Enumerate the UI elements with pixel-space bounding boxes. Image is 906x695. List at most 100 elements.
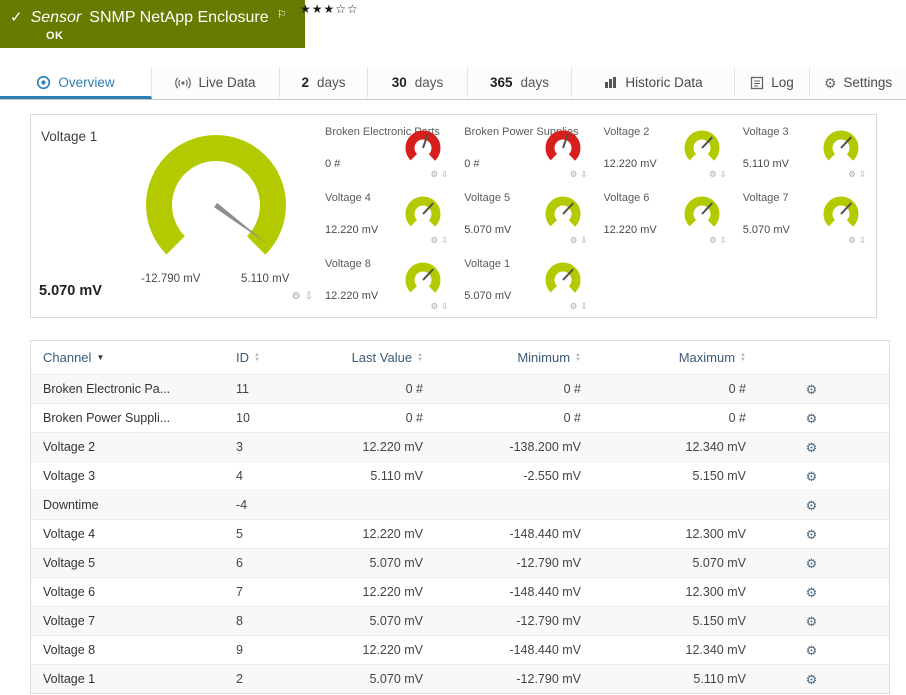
channel-cell: Voltage 3 xyxy=(43,469,96,483)
gauge-gear-icon[interactable]: ⚙ xyxy=(292,291,301,302)
channel-settings-icon[interactable]: ⚙ xyxy=(806,615,818,628)
gauge-gear-icon[interactable]: ⚙ xyxy=(709,235,717,246)
table-row[interactable]: Voltage 2 3 12.220 mV -138.200 mV 12.340… xyxy=(31,432,889,461)
channel-table: Channel ▼ ID ▲ ▼ Last Value ▲ ▼ Minimum ▲ ▼… xyxy=(30,340,890,694)
col-header-minimum[interactable]: Minimum ▲ ▼ xyxy=(423,350,581,365)
gauge-gear-icon[interactable]: ⚙ xyxy=(570,235,578,246)
channel-settings-icon[interactable]: ⚙ xyxy=(806,470,818,483)
maximum-cell: 5.070 mV xyxy=(692,556,746,570)
gauge-gear-icon[interactable]: ⚙ xyxy=(570,169,578,180)
channel-settings-icon[interactable]: ⚙ xyxy=(806,383,818,396)
gauge-gear-icon[interactable]: ⚙ xyxy=(431,169,439,180)
gauge-download-icon[interactable]: ⇩ xyxy=(441,235,448,246)
gauge-gear-icon[interactable]: ⚙ xyxy=(848,235,856,246)
tab-settings[interactable]: ⚙ Settings xyxy=(810,66,906,99)
channel-settings-icon[interactable]: ⚙ xyxy=(806,557,818,570)
small-gauge: Voltage 3 5.110 mV ⚙ ⇩ xyxy=(737,119,876,185)
tab-2-days[interactable]: 2 days xyxy=(280,66,368,99)
small-gauge-dial xyxy=(679,129,725,169)
channel-settings-cell: ⚙ xyxy=(746,586,877,599)
sensor-title-row: ✓ Sensor SNMP NetApp Enclosure ⚐ xyxy=(10,8,287,27)
small-gauge-arc xyxy=(684,130,720,166)
small-gauge-label: Voltage 6 xyxy=(603,192,650,204)
table-row[interactable]: Broken Power Suppli... 10 0 # 0 # 0 # ⚙ xyxy=(31,403,889,432)
gauge-download-icon[interactable]: ⇩ xyxy=(441,169,448,180)
tab-live-data[interactable]: Live Data xyxy=(152,66,280,99)
gauge-download-icon[interactable]: ⇩ xyxy=(580,235,587,246)
col-header-maximum[interactable]: Maximum ▲ ▼ xyxy=(581,350,746,365)
small-gauge-label: Voltage 7 xyxy=(742,192,789,204)
small-gauge: Voltage 6 12.220 mV ⚙ ⇩ xyxy=(598,185,737,251)
priority-stars[interactable]: ★★★☆☆ xyxy=(300,2,359,16)
small-gauge-value: 12.220 mV xyxy=(325,224,379,236)
small-gauge-value: 5.070 mV xyxy=(464,224,512,236)
channel-settings-icon[interactable]: ⚙ xyxy=(806,586,818,599)
maximum-cell: 5.150 mV xyxy=(692,614,746,628)
channel-settings-icon[interactable]: ⚙ xyxy=(806,499,818,512)
small-gauge: Voltage 4 12.220 mV ⚙ ⇩ xyxy=(319,185,458,251)
small-gauge-value: 12.220 mV xyxy=(325,290,379,302)
small-gauge: Voltage 1 5.070 mV ⚙ ⇩ xyxy=(458,251,597,317)
gauge-actions: ⚙ ⇩ xyxy=(570,235,588,246)
table-row[interactable]: Voltage 1 2 5.070 mV -12.790 mV 5.110 mV… xyxy=(31,664,889,693)
col-header-last-value[interactable]: Last Value ▲ ▼ xyxy=(331,350,423,365)
gauge-download-icon[interactable]: ⇩ xyxy=(859,169,866,180)
minimum-cell: -148.440 mV xyxy=(509,643,581,657)
small-gauges-grid: Broken Electronic Parts 0 # ⚙ ⇩ Broken P… xyxy=(319,115,876,317)
maximum-cell: 12.300 mV xyxy=(685,527,746,541)
channel-cell: Voltage 5 xyxy=(43,556,96,570)
gauge-download-icon[interactable]: ⇩ xyxy=(580,169,587,180)
gauge-download-icon[interactable]: ⇩ xyxy=(859,235,866,246)
maximum-cell: 12.340 mV xyxy=(685,440,746,454)
gauge-download-icon[interactable]: ⇩ xyxy=(580,301,587,312)
small-gauge-dial xyxy=(400,261,446,301)
small-gauge-dial xyxy=(400,129,446,169)
gauge-max-label: 5.110 mV xyxy=(241,273,290,285)
gauge-gear-icon[interactable]: ⚙ xyxy=(431,301,439,312)
channel-settings-icon[interactable]: ⚙ xyxy=(806,441,818,454)
small-gauge: Broken Power Supplies 0 # ⚙ ⇩ xyxy=(458,119,597,185)
tab-365-days[interactable]: 365 days xyxy=(468,66,572,99)
gauge-gear-icon[interactable]: ⚙ xyxy=(431,235,439,246)
col-header-channel[interactable]: Channel ▼ xyxy=(43,350,236,365)
sensor-header: ✓ Sensor SNMP NetApp Enclosure ⚐ OK ★★★☆… xyxy=(0,0,906,66)
maximum-cell: 5.110 mV xyxy=(693,672,746,686)
tab-label-number: 365 xyxy=(489,75,513,90)
gauge-download-icon[interactable]: ⇩ xyxy=(441,301,448,312)
table-row[interactable]: Voltage 4 5 12.220 mV -148.440 mV 12.300… xyxy=(31,519,889,548)
gauge-download-icon[interactable]: ⇩ xyxy=(305,291,313,302)
gauge-gear-icon[interactable]: ⚙ xyxy=(570,301,578,312)
table-row[interactable]: Broken Electronic Pa... 11 0 # 0 # 0 # ⚙ xyxy=(31,374,889,403)
tab-overview[interactable]: Overview xyxy=(0,66,152,99)
id-cell: 6 xyxy=(236,556,243,570)
table-row[interactable]: Voltage 7 8 5.070 mV -12.790 mV 5.150 mV… xyxy=(31,606,889,635)
last-value-cell: 12.220 mV xyxy=(362,585,423,599)
minimum-cell: 0 # xyxy=(563,382,581,396)
table-row[interactable]: Voltage 3 4 5.110 mV -2.550 mV 5.150 mV … xyxy=(31,461,889,490)
gauge-gear-icon[interactable]: ⚙ xyxy=(848,169,856,180)
tab-30-days[interactable]: 30 days xyxy=(368,66,468,99)
channel-settings-icon[interactable]: ⚙ xyxy=(806,673,818,686)
channel-settings-icon[interactable]: ⚙ xyxy=(806,412,818,425)
flag-icon[interactable]: ⚐ xyxy=(277,6,287,25)
table-row[interactable]: Voltage 8 9 12.220 mV -148.440 mV 12.340… xyxy=(31,635,889,664)
small-gauge-arc xyxy=(545,130,580,166)
col-header-id[interactable]: ID ▲ ▼ xyxy=(236,350,331,365)
tab-historic-data[interactable]: Historic Data xyxy=(572,66,735,99)
last-value-cell: 5.070 mV xyxy=(369,556,423,570)
small-gauge-value: 5.070 mV xyxy=(464,290,512,302)
channel-settings-icon[interactable]: ⚙ xyxy=(806,644,818,657)
gauge-download-icon[interactable]: ⇩ xyxy=(720,235,727,246)
channel-cell: Voltage 7 xyxy=(43,614,96,628)
minimum-cell: -12.790 mV xyxy=(516,556,581,570)
small-gauge-dial xyxy=(818,129,864,169)
gauge-download-icon[interactable]: ⇩ xyxy=(720,169,727,180)
table-row[interactable]: Downtime -4 ⚙ xyxy=(31,490,889,519)
table-row[interactable]: Voltage 6 7 12.220 mV -148.440 mV 12.300… xyxy=(31,577,889,606)
col-label: Channel xyxy=(43,350,92,365)
table-row[interactable]: Voltage 5 6 5.070 mV -12.790 mV 5.070 mV… xyxy=(31,548,889,577)
last-value-cell: 5.070 mV xyxy=(369,672,423,686)
channel-settings-icon[interactable]: ⚙ xyxy=(806,528,818,541)
gauge-gear-icon[interactable]: ⚙ xyxy=(709,169,717,180)
tab-log[interactable]: Log xyxy=(735,66,810,99)
